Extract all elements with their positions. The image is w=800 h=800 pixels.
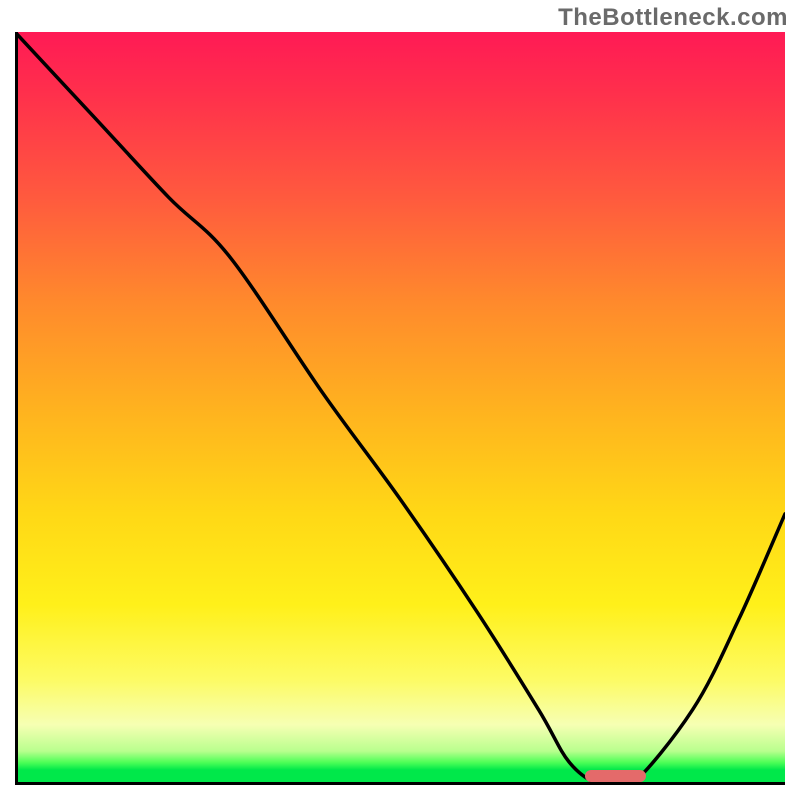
bottleneck-curve xyxy=(15,32,785,785)
watermark-text: TheBottleneck.com xyxy=(558,4,788,32)
plot-area xyxy=(15,32,785,785)
minimum-marker xyxy=(585,770,647,782)
